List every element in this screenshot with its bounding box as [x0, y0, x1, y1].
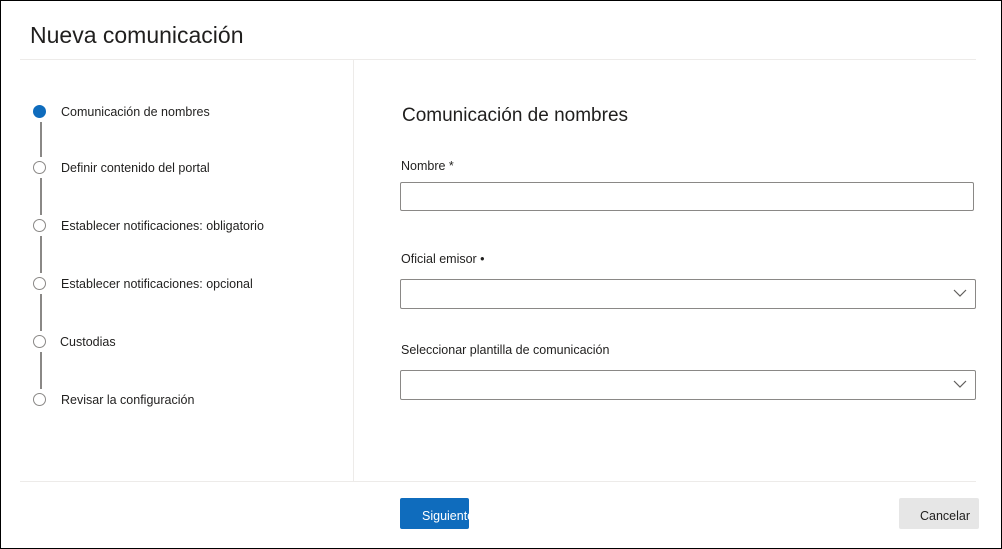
step-connector — [40, 352, 42, 389]
chevron-down-icon — [953, 289, 967, 297]
cancel-button-label: Cancelar — [920, 509, 971, 523]
inactive-step-icon — [33, 161, 46, 174]
step-connector — [40, 294, 42, 331]
new-communication-dialog: Nueva comunicación Comunicación de nombr… — [0, 0, 1002, 549]
step-label: Comunicación de nombres — [61, 105, 210, 119]
next-button[interactable]: Siguiente — [400, 498, 469, 529]
inactive-step-icon — [33, 277, 46, 290]
inactive-step-icon — [33, 335, 46, 348]
name-field-label: Nombre * — [401, 159, 454, 173]
step-connector — [40, 236, 42, 273]
footer-divider — [20, 481, 976, 482]
active-step-icon — [33, 105, 46, 118]
name-input[interactable] — [400, 182, 974, 211]
cancel-button[interactable]: Cancelar — [899, 498, 979, 529]
officer-field-label: Oficial emisor • — [401, 252, 485, 266]
inactive-step-icon — [33, 393, 46, 406]
inactive-step-icon — [33, 219, 46, 232]
template-dropdown[interactable] — [400, 370, 976, 400]
step-label: Custodias — [60, 335, 116, 349]
dialog-title: Nueva comunicación — [30, 22, 244, 48]
step-connector — [40, 122, 42, 157]
section-title: Comunicación de nombres — [402, 105, 629, 126]
step-label: Revisar la configuración — [61, 393, 195, 407]
step-label: Establecer notificaciones: opcional — [61, 277, 253, 291]
template-field-label: Seleccionar plantilla de comunicación — [401, 343, 610, 357]
chevron-down-icon — [953, 380, 967, 388]
officer-dropdown[interactable] — [400, 279, 976, 309]
step-connector — [40, 178, 42, 215]
header-divider — [20, 59, 976, 60]
step-label: Definir contenido del portal — [61, 161, 210, 175]
step-label: Establecer notificaciones: obligatorio — [61, 219, 264, 233]
next-button-label: Siguiente — [422, 509, 469, 523]
panel-divider — [353, 60, 354, 481]
